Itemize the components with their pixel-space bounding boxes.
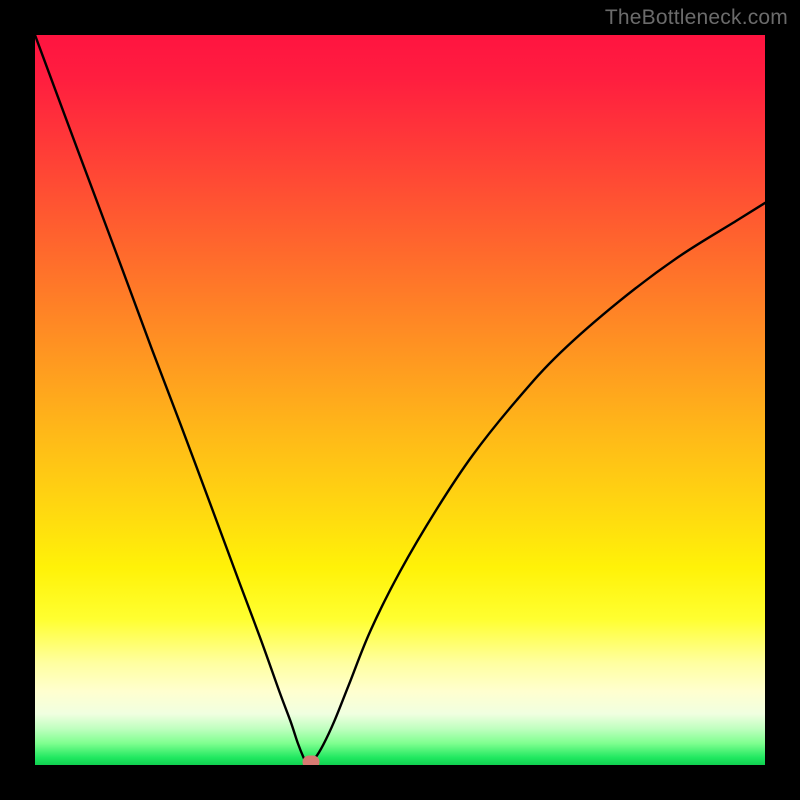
bottleneck-curve xyxy=(35,35,765,765)
plot-area xyxy=(35,35,765,765)
watermark-text: TheBottleneck.com xyxy=(605,6,788,30)
optimal-point-marker xyxy=(302,756,319,765)
chart-frame: TheBottleneck.com xyxy=(0,0,800,800)
